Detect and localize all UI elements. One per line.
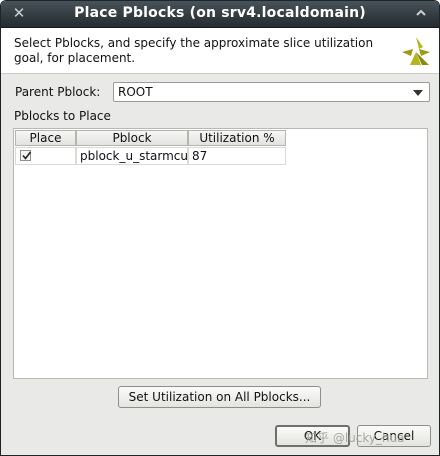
maximize-icon[interactable] xyxy=(413,5,429,21)
pblocks-to-place-label: Pblocks to Place xyxy=(14,109,111,123)
column-header-place[interactable]: Place xyxy=(15,130,76,146)
place-pblocks-dialog: ✕ Place Pblocks (on srv4.localdomain) Se… xyxy=(0,0,440,456)
dialog-title: Place Pblocks (on srv4.localdomain) xyxy=(74,5,366,21)
place-checkbox[interactable] xyxy=(20,150,32,161)
parent-pblock-label: Parent Pblock: xyxy=(15,85,101,99)
parent-pblock-value: ROOT xyxy=(118,85,153,99)
table-row-utilization-cell[interactable]: 87 xyxy=(188,147,286,165)
watermark-text: 知乎 @lucky_hua xyxy=(305,431,405,445)
parent-pblock-select[interactable]: ROOT xyxy=(113,82,430,102)
xilinx-logo-icon xyxy=(399,36,433,66)
table-row-pblock-cell[interactable]: pblock_u_starmcu xyxy=(76,147,188,165)
table-row-place-cell xyxy=(15,147,76,165)
pblocks-table[interactable]: Place Pblock Utilization % pblock_u_star… xyxy=(13,128,428,379)
dialog-header: Select Pblocks, and specify the approxim… xyxy=(1,28,439,74)
dialog-description: Select Pblocks, and specify the approxim… xyxy=(14,36,374,65)
column-header-utilization[interactable]: Utilization % xyxy=(188,130,286,146)
set-utilization-button[interactable]: Set Utilization on All Pblocks... xyxy=(118,386,321,408)
chevron-down-icon[interactable] xyxy=(413,90,423,96)
column-header-pblock[interactable]: Pblock xyxy=(76,130,188,146)
title-bar[interactable]: ✕ Place Pblocks (on srv4.localdomain) xyxy=(1,1,439,28)
